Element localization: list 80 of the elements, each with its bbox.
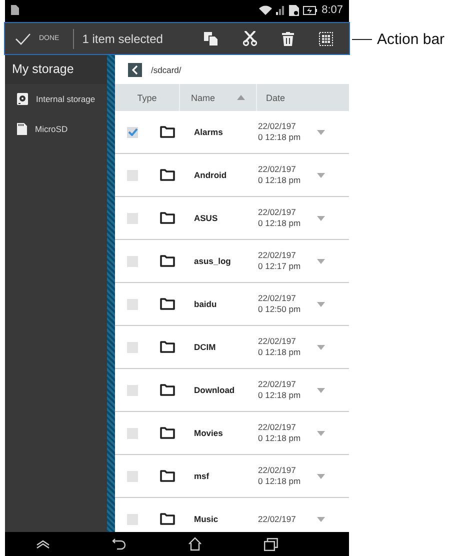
file-date: 22/02/197 0 12:18 pm xyxy=(258,121,302,143)
checkbox[interactable] xyxy=(127,256,138,266)
file-name: asus_log xyxy=(194,256,232,266)
file-date: 22/02/197 0 12:18 pm xyxy=(258,164,302,186)
document-icon xyxy=(11,5,19,15)
chevron-up-icon[interactable] xyxy=(36,540,50,548)
file-name: Movies xyxy=(194,428,224,438)
dropdown-icon[interactable] xyxy=(317,474,325,478)
status-time: 8:07 xyxy=(322,4,343,16)
dropdown-icon[interactable] xyxy=(317,388,325,392)
file-date: 22/02/197 0 12:18 pm xyxy=(258,422,302,444)
folder-icon xyxy=(160,169,175,181)
callout-label: Action bar xyxy=(377,30,445,48)
file-name: DCIM xyxy=(194,342,217,352)
folder-icon xyxy=(160,427,175,439)
file-name: Android xyxy=(194,170,228,180)
checkbox[interactable] xyxy=(127,384,138,396)
delete-icon[interactable] xyxy=(282,32,294,46)
dropdown-icon[interactable] xyxy=(317,344,325,350)
file-name: msf xyxy=(194,471,210,481)
cut-icon[interactable] xyxy=(243,31,257,46)
recent-apps-icon[interactable] xyxy=(264,538,278,550)
checkbox[interactable] xyxy=(127,514,138,524)
dropdown-icon[interactable] xyxy=(317,172,325,178)
back-button[interactable] xyxy=(128,62,142,76)
column-header[interactable]: Date xyxy=(266,92,286,102)
hard-drive-icon xyxy=(17,93,28,105)
back-icon[interactable] xyxy=(112,538,127,550)
sidebar-item[interactable]: MicroSD xyxy=(5,114,107,144)
file-name: Download xyxy=(194,385,236,395)
dropdown-icon[interactable] xyxy=(317,430,325,436)
sidebar-item[interactable]: Internal storage xyxy=(5,84,107,114)
folder-icon xyxy=(160,126,175,138)
dropdown-icon[interactable] xyxy=(317,130,325,134)
leader-line xyxy=(352,38,372,40)
folder-icon xyxy=(160,255,175,267)
checkbox[interactable] xyxy=(127,470,138,482)
dropdown-icon[interactable] xyxy=(317,258,325,264)
checkbox[interactable] xyxy=(127,126,138,138)
battery-icon xyxy=(302,6,317,14)
sort-ascending-icon xyxy=(237,95,246,100)
file-date: 22/02/197 xyxy=(258,514,297,524)
home-icon[interactable] xyxy=(188,537,202,551)
folder-path: /sdcard/ xyxy=(151,64,182,74)
chevron-left-icon xyxy=(132,64,138,74)
select-all-icon[interactable] xyxy=(319,32,333,46)
sim-card-icon xyxy=(288,4,299,16)
folder-icon xyxy=(160,384,175,396)
file-name: ASUS xyxy=(194,213,219,223)
file-date: 22/02/197 0 12:50 pm xyxy=(258,293,302,315)
sd-card-icon xyxy=(17,123,27,135)
column-header[interactable]: Type xyxy=(137,92,157,102)
folder-icon xyxy=(160,298,175,310)
checkbox[interactable] xyxy=(127,342,138,352)
folder-icon xyxy=(160,513,175,525)
copy-icon[interactable] xyxy=(204,32,218,46)
dropdown-icon[interactable] xyxy=(317,302,325,306)
folder-icon xyxy=(160,470,175,482)
file-name: Alarms xyxy=(194,127,224,137)
checkbox[interactable] xyxy=(127,428,138,438)
dropdown-icon[interactable] xyxy=(317,516,325,522)
file-name: baidu xyxy=(194,299,218,309)
selection-count: 1 item selected xyxy=(82,32,163,46)
checkbox[interactable] xyxy=(127,170,138,180)
checkmark-icon xyxy=(15,32,31,44)
wifi-icon xyxy=(258,5,272,15)
file-date: 22/02/197 0 12:18 pm xyxy=(258,465,302,487)
dropdown-icon[interactable] xyxy=(317,216,325,220)
file-name: Music xyxy=(194,514,220,524)
file-date: 22/02/197 0 12:17 pm xyxy=(258,250,302,272)
folder-icon xyxy=(160,212,175,224)
folder-icon xyxy=(160,341,175,353)
checkbox[interactable] xyxy=(127,212,138,224)
file-date: 22/02/197 0 12:18 pm xyxy=(258,379,302,401)
checkbox[interactable] xyxy=(127,298,138,310)
sidebar-title: My storage xyxy=(5,55,107,84)
file-date: 22/02/197 0 12:18 pm xyxy=(258,207,302,229)
signal-icon xyxy=(276,5,285,15)
file-date: 22/02/197 0 12:18 pm xyxy=(258,336,302,358)
column-header[interactable]: Name xyxy=(191,92,216,102)
